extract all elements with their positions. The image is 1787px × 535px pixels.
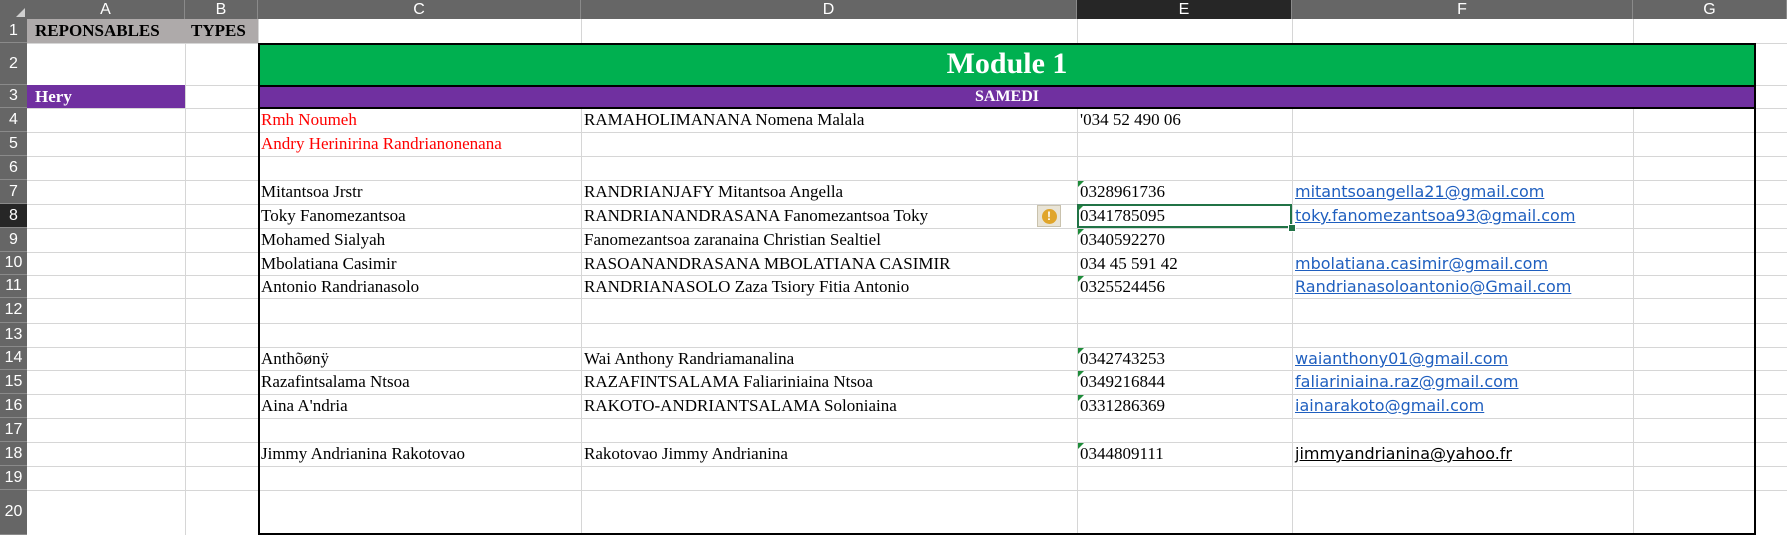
phone-cell[interactable]: 034 45 591 42 bbox=[1077, 252, 1292, 275]
number-as-text-indicator bbox=[1078, 276, 1084, 282]
responsable-cell[interactable]: Hery bbox=[27, 85, 185, 108]
nickname-cell[interactable]: Toky Fanomezantsoa bbox=[258, 204, 581, 228]
fullname-cell[interactable]: Fanomezantsoa zaranaina Christian Sealti… bbox=[581, 228, 1077, 252]
day-banner[interactable]: SAMEDI bbox=[258, 85, 1756, 108]
phone-cell[interactable]: 0331286369 bbox=[1077, 394, 1292, 418]
row-header-4[interactable]: 4 bbox=[0, 108, 27, 132]
nickname-cell[interactable]: Aina A'ndria bbox=[258, 394, 581, 418]
nickname-cell[interactable]: Andry Herinirina Randrianonenana bbox=[258, 132, 581, 156]
fullname-cell[interactable]: RANDRIANASOLO Zaza Tsiory Fitia Antonio bbox=[581, 275, 1077, 298]
row-header-6[interactable]: 6 bbox=[0, 156, 27, 180]
gridline-horizontal bbox=[27, 418, 1787, 419]
number-as-text-indicator bbox=[1078, 348, 1084, 354]
phone-cell[interactable]: 0328961736 bbox=[1077, 180, 1292, 204]
row-header-19[interactable]: 19 bbox=[0, 466, 27, 490]
types-header[interactable]: TYPES bbox=[185, 19, 258, 43]
nickname-cell[interactable]: Jimmy Andrianina Rakotovao bbox=[258, 442, 581, 466]
number-as-text-indicator bbox=[1078, 181, 1084, 187]
column-header-g[interactable]: G bbox=[1633, 0, 1787, 19]
nickname-cell[interactable]: Mitantsoa Jrstr bbox=[258, 180, 581, 204]
day-label: SAMEDI bbox=[974, 87, 1039, 105]
column-header-b[interactable]: B bbox=[185, 0, 258, 19]
gridline-horizontal bbox=[27, 466, 1787, 467]
number-as-text-indicator bbox=[1078, 229, 1084, 235]
row-header-3[interactable]: 3 bbox=[0, 85, 27, 108]
fullname-cell[interactable]: Rakotovao Jimmy Andrianina bbox=[581, 442, 1077, 466]
number-as-text-indicator bbox=[1078, 443, 1084, 449]
fullname-cell[interactable]: RASOANANDRASANA MBOLATIANA CASIMIR bbox=[581, 252, 1077, 275]
responsables-header[interactable]: REPONSABLES bbox=[27, 19, 185, 43]
row-header-5[interactable]: 5 bbox=[0, 132, 27, 156]
column-header-d[interactable]: D bbox=[581, 0, 1077, 19]
email-link[interactable]: mitantsoangella21@gmail.com bbox=[1292, 180, 1633, 204]
row-header-8[interactable]: 8 bbox=[0, 204, 27, 228]
fullname-cell[interactable]: Wai Anthony Randriamanalina bbox=[581, 347, 1077, 370]
email-link[interactable]: iainarakoto@gmail.com bbox=[1292, 394, 1633, 418]
select-all-corner[interactable] bbox=[0, 0, 27, 19]
row-header-20[interactable]: 20 bbox=[0, 490, 27, 535]
row-header-14[interactable]: 14 bbox=[0, 347, 27, 370]
fullname-cell[interactable]: RANDRIANJAFY Mitantsoa Angella bbox=[581, 180, 1077, 204]
email-link[interactable]: toky.fanomezantsoa93@gmail.com bbox=[1292, 204, 1633, 228]
row-header-9[interactable]: 9 bbox=[0, 228, 27, 252]
phone-cell[interactable]: 0340592270 bbox=[1077, 228, 1292, 252]
fill-handle[interactable] bbox=[1288, 224, 1296, 232]
gridline-horizontal bbox=[27, 490, 1787, 491]
row-header-7[interactable]: 7 bbox=[0, 180, 27, 204]
number-as-text-indicator bbox=[1078, 395, 1084, 401]
nickname-cell[interactable]: Mohamed Sialyah bbox=[258, 228, 581, 252]
fullname-cell[interactable]: RANDRIANANDRASANA Fanomezantsoa Toky bbox=[581, 204, 1077, 228]
number-as-text-indicator bbox=[1078, 371, 1084, 377]
table-border-line bbox=[258, 43, 260, 535]
row-header-12[interactable]: 12 bbox=[0, 298, 27, 323]
phone-cell[interactable]: 0344809111 bbox=[1077, 442, 1292, 466]
fullname-cell[interactable]: RAMAHOLIMANANA Nomena Malala bbox=[581, 108, 1077, 132]
fullname-cell[interactable]: RAKOTO-ANDRIANTSALAMA Soloniaina bbox=[581, 394, 1077, 418]
nickname-cell[interactable]: Mbolatiana Casimir bbox=[258, 252, 581, 275]
email-link[interactable]: faliariniaina.raz@gmail.com bbox=[1292, 370, 1633, 394]
gridline-horizontal bbox=[27, 156, 1787, 157]
row-header-10[interactable]: 10 bbox=[0, 252, 27, 275]
column-header-c[interactable]: C bbox=[258, 0, 581, 19]
gridline-horizontal bbox=[27, 298, 1787, 299]
phone-cell[interactable]: '034 52 490 06 bbox=[1077, 108, 1292, 132]
row-header-2[interactable]: 2 bbox=[0, 43, 27, 85]
spreadsheet-grid[interactable]: ABCDEFG 1 2 3 4 5 6 7 8 9 10 11 12 13 14 15 16 17 18 19 20 … bbox=[0, 0, 1787, 535]
row-header-18[interactable]: 18 bbox=[0, 442, 27, 466]
column-header-e[interactable]: E bbox=[1077, 0, 1292, 19]
column-header-a[interactable]: A bbox=[27, 0, 185, 19]
column-header-f[interactable]: F bbox=[1292, 0, 1633, 19]
email-link[interactable]: waianthony01@gmail.com bbox=[1292, 347, 1633, 370]
phone-cell[interactable]: 0342743253 bbox=[1077, 347, 1292, 370]
responsable-name: Hery bbox=[35, 87, 72, 106]
phone-cell[interactable]: 0349216844 bbox=[1077, 370, 1292, 394]
module-title: Module 1 bbox=[946, 47, 1068, 80]
email-link[interactable]: mbolatiana.casimir@gmail.com bbox=[1292, 252, 1633, 275]
table-border-line bbox=[258, 43, 1756, 45]
nickname-cell[interactable]: Razafintsalama Ntsoa bbox=[258, 370, 581, 394]
table-border-line bbox=[258, 85, 1756, 87]
nickname-cell[interactable]: Rmh Noumeh bbox=[258, 108, 581, 132]
row-header-11[interactable]: 11 bbox=[0, 275, 27, 298]
row-header-16[interactable]: 16 bbox=[0, 394, 27, 418]
module-banner[interactable]: Module 1 bbox=[258, 43, 1756, 85]
warning-icon[interactable]: ! bbox=[1037, 205, 1061, 227]
selected-cell-outline bbox=[1077, 204, 1292, 228]
phone-cell[interactable]: 0325524456 bbox=[1077, 275, 1292, 298]
fullname-cell[interactable]: RAZAFINTSALAMA Faliariniaina Ntsoa bbox=[581, 370, 1077, 394]
row-header-15[interactable]: 15 bbox=[0, 370, 27, 394]
gridline-vertical bbox=[185, 19, 186, 535]
row-header-1[interactable]: 1 bbox=[0, 19, 27, 43]
gridline-horizontal bbox=[27, 323, 1787, 324]
email-link[interactable]: Randrianasoloantonio@Gmail.com bbox=[1292, 275, 1633, 298]
row-header-13[interactable]: 13 bbox=[0, 323, 27, 347]
table-border-line bbox=[258, 107, 1756, 109]
table-border-line bbox=[1754, 43, 1756, 535]
nickname-cell[interactable]: Antonio Randrianasolo bbox=[258, 275, 581, 298]
email-link[interactable]: jimmyandrianina@yahoo.fr bbox=[1292, 442, 1633, 466]
row-header-17[interactable]: 17 bbox=[0, 418, 27, 442]
nickname-cell[interactable]: Anthõønÿ bbox=[258, 347, 581, 370]
